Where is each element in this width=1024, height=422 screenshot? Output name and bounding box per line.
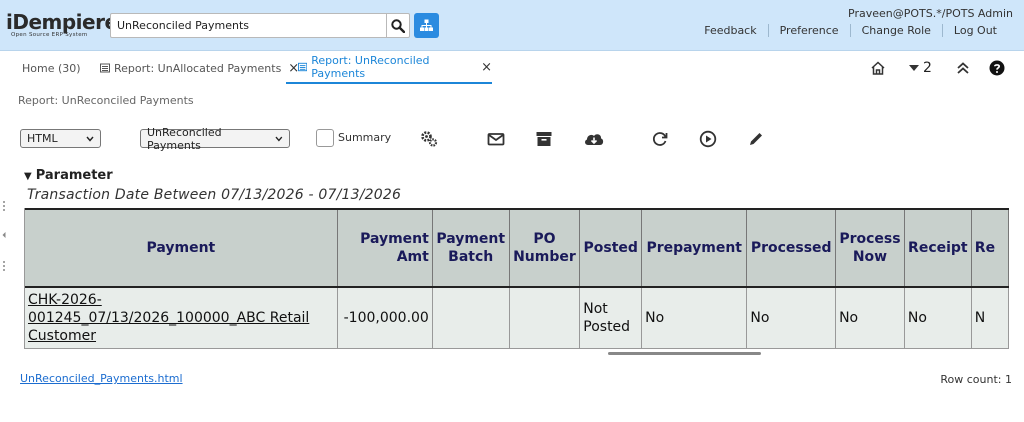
summary-label: Summary — [338, 131, 392, 144]
collapse-header-button[interactable] — [955, 60, 971, 76]
cloud-download-icon[interactable] — [583, 130, 605, 148]
user-context: Praveen@POTS.*/POTS Admin — [848, 7, 1013, 20]
cell-process-now: No — [835, 287, 905, 349]
col-header-payment-amt[interactable]: Payment Amt — [337, 208, 433, 288]
search-button[interactable] — [386, 13, 410, 38]
col-header-payment[interactable]: Payment — [25, 208, 338, 288]
tab-unreconciled-label: Report: UnReconciled Payments — [311, 54, 430, 80]
row-count: Row count: 1 — [940, 373, 1012, 386]
tab-unallocated-label: Report: UnAllocated Payments — [114, 61, 282, 75]
menu-tree-button[interactable] — [414, 13, 439, 38]
cell-posted: Not Posted — [579, 287, 643, 349]
report-table-container[interactable]: Payment Payment Amt Payment Batch PO Num… — [24, 208, 1009, 349]
format-select[interactable]: HTML — [20, 129, 101, 148]
report-view-select[interactable]: UnReconciled Payments — [140, 126, 290, 152]
cell-prepayment: No — [641, 287, 748, 349]
run-icon[interactable] — [699, 130, 717, 148]
col-header-posted[interactable]: Posted — [579, 208, 643, 288]
parameter-text: Transaction Date Between 07/13/2026 - 07… — [27, 187, 402, 203]
feedback-link[interactable]: Feedback — [693, 24, 767, 37]
logo-brand: iDempiere — [6, 10, 118, 34]
help-button[interactable] — [989, 60, 1005, 76]
tab-home-label: Home (30) — [22, 61, 81, 75]
parameter-heading[interactable]: ▼ Parameter — [24, 168, 113, 183]
sitemap-icon — [420, 19, 433, 31]
col-header-process-now[interactable]: Process Now — [835, 208, 905, 288]
idempiere-logo[interactable]: iDempiere Open Source ERP System — [6, 10, 118, 38]
tab-unreconciled-payments[interactable]: Report: UnReconciled Payments × — [286, 52, 492, 84]
tab-unallocated-payments[interactable]: Report: UnAllocated Payments × — [100, 52, 299, 84]
window-tabs: Home (30) Report: UnAllocated Payments ×… — [0, 52, 1024, 85]
cell-receipt: No — [904, 287, 972, 349]
report-file-link[interactable]: UnReconciled_Payments.html — [20, 372, 183, 385]
home-button[interactable] — [870, 60, 886, 76]
col-header-po-number[interactable]: PO Number — [509, 208, 581, 288]
col-header-processed[interactable]: Processed — [746, 208, 837, 288]
cell-truncated: N — [971, 287, 1009, 349]
col-header-prepayment[interactable]: Prepayment — [641, 208, 748, 288]
chevron-down-icon — [86, 136, 94, 142]
close-tab-icon[interactable]: × — [481, 60, 492, 75]
payment-link[interactable]: CHK-2026-001245_07/13/2026_100000_ABC Re… — [28, 292, 309, 344]
logout-link[interactable]: Log Out — [941, 24, 1008, 37]
caret-down-icon — [909, 65, 919, 71]
collapse-triangle-icon: ▼ — [24, 171, 32, 182]
col-header-payment-batch[interactable]: Payment Batch — [432, 208, 510, 288]
cell-payment[interactable]: CHK-2026-001245_07/13/2026_100000_ABC Re… — [25, 287, 338, 349]
table-row: CHK-2026-001245_07/13/2026_100000_ABC Re… — [25, 287, 1009, 349]
report-icon — [100, 63, 110, 73]
tab-home[interactable]: Home (30) — [22, 52, 81, 84]
report-icon — [298, 62, 308, 72]
email-icon[interactable] — [487, 130, 505, 148]
cell-po-number — [509, 287, 581, 349]
splitter-handle[interactable] — [2, 200, 6, 279]
home-icon — [871, 61, 885, 75]
format-value: HTML — [27, 132, 58, 145]
archive-icon[interactable] — [535, 130, 553, 148]
preference-link[interactable]: Preference — [767, 24, 850, 37]
settings-icon[interactable] — [420, 130, 438, 148]
app-header: iDempiere Open Source ERP System UnRecon… — [0, 0, 1024, 51]
col-header-receipt[interactable]: Receipt — [904, 208, 972, 288]
cell-processed: No — [746, 287, 837, 349]
col-header-truncated[interactable]: Re — [971, 208, 1009, 288]
table-header-row: Payment Payment Amt Payment Batch PO Num… — [25, 208, 1009, 288]
refresh-icon[interactable] — [651, 130, 669, 148]
cell-payment-amt: -100,000.00 — [337, 287, 433, 349]
tab-list-dropdown[interactable]: 2 — [908, 60, 932, 76]
cell-payment-batch — [432, 287, 510, 349]
page-title: Report: UnReconciled Payments — [18, 94, 194, 107]
horizontal-scrollbar[interactable] — [608, 352, 761, 355]
parameter-heading-label: Parameter — [35, 168, 113, 183]
header-links: Feedback Preference Change Role Log Out — [693, 24, 1008, 37]
report-view-value: UnReconciled Payments — [147, 125, 222, 152]
chevron-down-icon — [275, 136, 283, 142]
edit-icon[interactable] — [747, 130, 765, 148]
help-icon — [989, 60, 1005, 76]
double-chevron-up-icon — [957, 62, 969, 74]
search-icon — [391, 18, 405, 33]
global-search-input[interactable]: UnReconciled Payments — [110, 13, 387, 38]
open-tab-count: 2 — [923, 60, 932, 76]
summary-checkbox[interactable] — [316, 129, 334, 147]
change-role-link[interactable]: Change Role — [849, 24, 942, 37]
report-table: Payment Payment Amt Payment Batch PO Num… — [25, 208, 1009, 349]
